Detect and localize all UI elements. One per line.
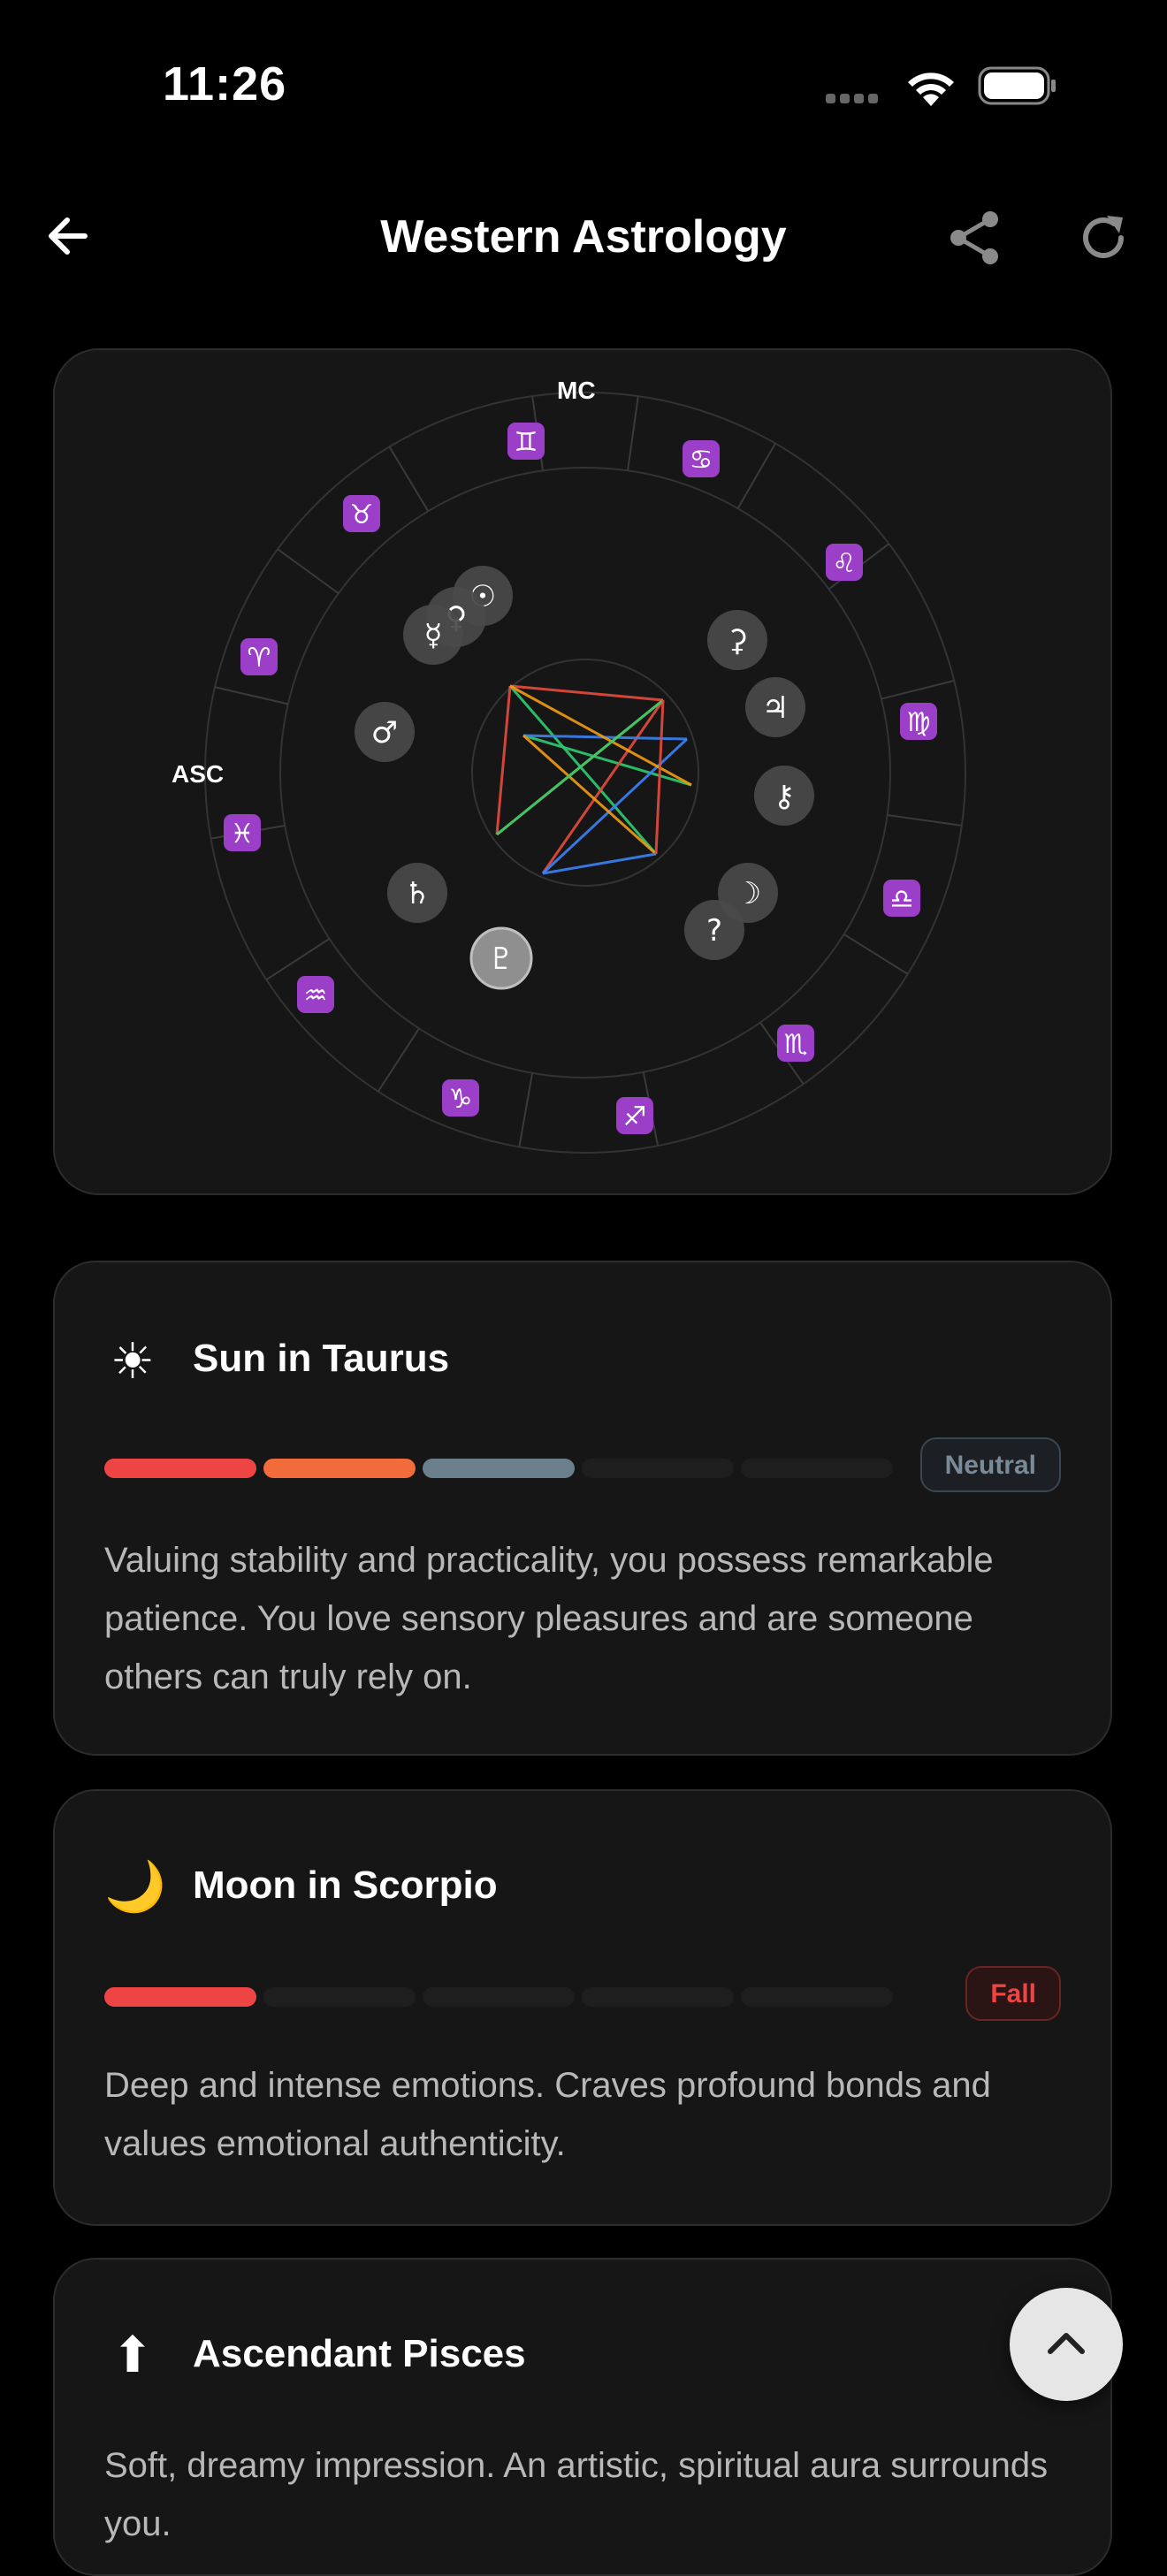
house-divider — [627, 396, 639, 471]
mars-planet-glyph: ♂ — [371, 715, 398, 751]
strength-segment — [104, 1987, 256, 2007]
pisces-sign-glyph: ♓ — [231, 819, 255, 850]
strength-segment — [741, 1987, 893, 2007]
house-divider — [277, 548, 339, 595]
strength-bar — [104, 1459, 1061, 1482]
status-bar: 11:26 — [0, 0, 1167, 168]
taurus-sign-glyph: ♉ — [350, 499, 374, 530]
mercury-planet-glyph: ☿ — [424, 618, 443, 653]
moon-sign-card[interactable]: 🌙 Moon in Scorpio Fall Deep and intense … — [53, 1789, 1112, 2226]
strength-segment — [423, 1987, 575, 2007]
signal-icon — [826, 92, 882, 108]
strength-segment — [741, 1459, 893, 1478]
ceres-planet-glyph: ⚳ — [727, 623, 749, 659]
house-divider — [377, 1027, 420, 1093]
chiron-planet-glyph: ⚷ — [774, 779, 796, 814]
aspect-line — [541, 699, 665, 874]
card-description: Soft, dreamy impression. An artistic, sp… — [104, 2446, 1049, 2543]
aquarius-sign-glyph: ♒ — [304, 980, 328, 1011]
house-divider — [265, 938, 331, 981]
wifi-icon — [908, 72, 954, 106]
aspect-line — [496, 698, 664, 836]
strength-bar — [104, 1987, 1061, 2010]
natal-chart-card: ♈♉♊♋♌♍♎♏♐♑♒♓☉♀☿♂⚳♃⚷☽?♄♇ MC ASC — [53, 348, 1112, 1195]
jupiter-planet-glyph: ♃ — [762, 690, 789, 726]
status-badge: Neutral — [919, 1437, 1061, 1492]
pluto-planet-glyph: ♇ — [488, 941, 515, 977]
sagittarius-sign-glyph: ♐ — [623, 1101, 647, 1132]
gemini-sign-glyph: ♊ — [515, 427, 538, 458]
aspect-line — [508, 685, 658, 855]
status-badge: Fall — [965, 1966, 1061, 2021]
cancer-sign-glyph: ♋ — [690, 445, 713, 476]
status-time: 11:26 — [163, 57, 287, 111]
share-icon[interactable] — [946, 209, 1004, 267]
capricorn-sign-glyph: ♑ — [449, 1084, 473, 1115]
house-divider — [843, 933, 909, 975]
scroll-to-top-button[interactable] — [1010, 2288, 1123, 2401]
aspect-line — [522, 734, 692, 787]
aspect-line — [522, 734, 657, 856]
moon-planet-glyph: ☽ — [735, 876, 761, 911]
moon-icon: 🌙 — [104, 1858, 166, 1914]
libra-sign-glyph: ♎ — [890, 884, 914, 915]
sun-sign-card[interactable]: ☀ Sun in Taurus Neutral Valuing stabilit… — [53, 1261, 1112, 1756]
card-title: Ascendant Pisces — [193, 2332, 526, 2375]
refresh-icon[interactable] — [1075, 209, 1133, 267]
strength-segment — [582, 1459, 734, 1478]
house-divider — [518, 1072, 534, 1147]
strength-segment — [263, 1987, 416, 2007]
aspect-line — [495, 685, 512, 835]
house-divider — [736, 443, 776, 509]
asc-label: ASC — [172, 760, 225, 788]
card-description: Deep and intense emotions. Craves profou… — [104, 2066, 991, 2163]
card-description: Valuing stability and practicality, you … — [104, 1541, 994, 1696]
card-title: Sun in Taurus — [193, 1337, 450, 1380]
ascendant-card[interactable]: ⬆ Ascendant Pisces Soft, dreamy impressi… — [53, 2258, 1112, 2576]
aries-sign-glyph: ♈ — [248, 643, 271, 674]
mc-label: MC — [557, 377, 596, 404]
house-divider — [881, 680, 955, 700]
up-arrow-icon: ⬆ — [111, 2327, 154, 2382]
house-divider — [388, 446, 430, 512]
strength-segment — [423, 1459, 575, 1478]
scorpio-sign-glyph: ♏ — [784, 1029, 808, 1060]
battery-icon — [978, 66, 1056, 105]
saturn-planet-glyph: ♄ — [404, 876, 431, 911]
sun-icon: ☀ — [110, 1333, 156, 1389]
strength-segment — [263, 1459, 416, 1478]
unknown-planet-glyph: ? — [706, 913, 722, 949]
house-divider — [887, 814, 962, 827]
card-title: Moon in Scorpio — [193, 1863, 498, 1907]
strength-segment — [582, 1987, 734, 2007]
strength-segment — [104, 1459, 256, 1478]
virgo-sign-glyph: ♍ — [907, 707, 931, 738]
house-divider — [214, 686, 289, 705]
leo-sign-glyph: ♌ — [833, 548, 857, 579]
